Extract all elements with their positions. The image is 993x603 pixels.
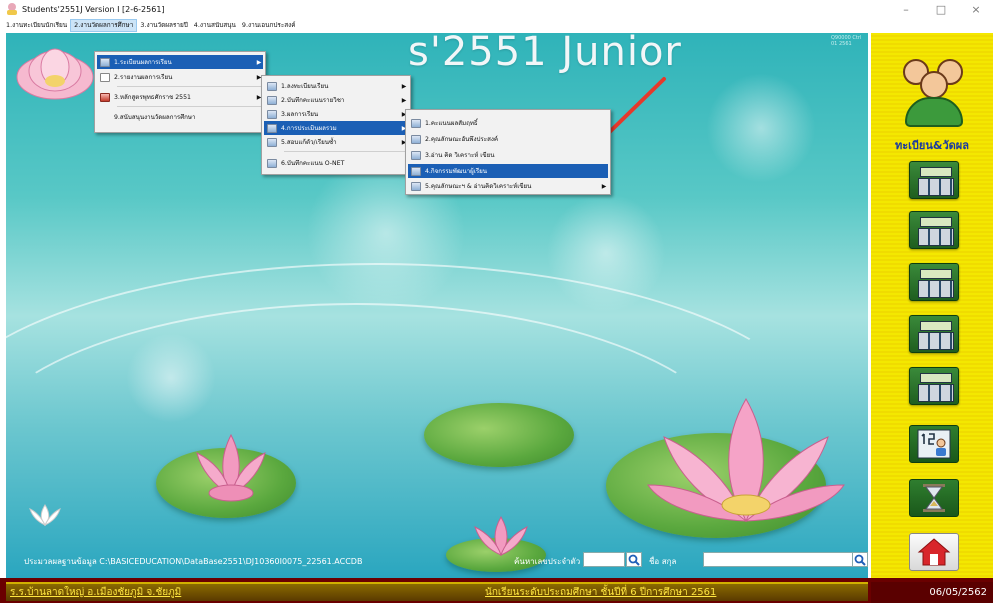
user-body [905, 97, 963, 127]
menu-bar: 1.งานทะเบียนนักเรียน 2.งานวัดผลการศึกษา … [0, 18, 993, 32]
menu-item-desirable-traits[interactable]: 2.คุณลักษณะอันพึงประสงค์ [408, 132, 608, 146]
register-icon [267, 81, 277, 91]
menu-item-assessment-support[interactable]: 9.สนับสนุนงานวัดผลการศึกษา [97, 110, 263, 124]
scores-icon [267, 95, 277, 105]
user-head [920, 71, 948, 99]
table-icon [411, 134, 421, 144]
lotus-logo-icon [16, 48, 94, 100]
hourglass-graphic [923, 484, 945, 512]
table-icon [411, 118, 421, 128]
close-button[interactable]: × [959, 0, 993, 18]
student-name-input[interactable] [703, 552, 853, 567]
sidebar: ทะเบียน&วัดผล [871, 33, 993, 578]
minimize-button[interactable]: – [889, 0, 923, 18]
white-flower [29, 504, 61, 527]
menu-annual-assessment[interactable]: 3.งานวัดผลรายปี [137, 19, 190, 32]
light-glow [706, 73, 816, 183]
student-id-input[interactable] [583, 552, 625, 567]
app-icon [6, 3, 18, 15]
menu-item-curriculum-2551[interactable]: 3.หลักสูตรพุทธศักราช 2551 ▶ [97, 90, 263, 104]
lotus-flower [474, 515, 528, 556]
menu-item-overall-evaluation[interactable]: 4.การประเมินผลรวม ▶ [264, 121, 408, 135]
menu-assessment[interactable]: 2.งานวัดผลการศึกษา [70, 18, 138, 32]
onet-icon [267, 158, 277, 168]
maximize-button[interactable]: □ [924, 0, 958, 18]
report-icon [100, 57, 110, 67]
search-id-button[interactable] [626, 552, 642, 567]
menu-separator [284, 151, 406, 152]
table-icon [411, 181, 421, 191]
status-bar: ร.ร.บ้านลาดใหญ่ อ.เมืองชัยภูมิ จ.ชัยภูมิ… [0, 578, 993, 603]
menu-separator [117, 86, 261, 87]
calculator-icon[interactable] [909, 367, 959, 405]
calculator-icon[interactable] [909, 161, 959, 199]
menu-item-grade-reports[interactable]: 2.รายงานผลการเรียน ▶ [97, 70, 263, 84]
sidebar-heading: ทะเบียน&วัดผล [895, 139, 969, 152]
calculator-icon[interactable] [909, 263, 959, 301]
class-level: นักเรียนระดับประถมศึกษา ชั้นปีที่ 6 ปีกา… [485, 587, 717, 598]
search-icon [854, 554, 866, 566]
banner-watermark: Q90000 Ctrl 01 2561 [831, 35, 862, 47]
desktop-background: s'2551 Junior Q90000 Ctrl 01 2561 1.ระเบ… [6, 33, 868, 578]
window-title: Students'2551J Version I [2-6-2561] [22, 4, 165, 14]
search-name-label: ชื่อ สกุล [649, 557, 677, 566]
menu-item-read-think-write[interactable]: 3.อ่าน คิด วิเคราะห์ เขียน [408, 148, 608, 162]
retake-icon [267, 137, 277, 147]
title-bar: Students'2551J Version I [2-6-2561] [0, 0, 993, 18]
database-path: ประมวลผลฐานข้อมูล C:\BASICEDUCATION\Data… [24, 557, 363, 566]
menu-item-retake[interactable]: 5.สอบแก้ตัว/เรียนซ้ำ ▶ [264, 135, 408, 149]
hourglass-icon[interactable] [909, 479, 959, 517]
blank-icon [100, 113, 110, 122]
number-person-graphic [917, 429, 951, 459]
lotus-flower [647, 398, 845, 522]
menu-item-onet-scores[interactable]: 6.บันทึกคะแนน O-NET [264, 156, 408, 170]
menu-item-achievement-scores[interactable]: 1.คะแนนผลสัมฤทธิ์ [408, 116, 608, 130]
menu-registration[interactable]: 1.งานทะเบียนนักเรียน [3, 19, 70, 32]
menu-grade-records-submenu: 1.ลงทะเบียนเรียน ▶ 2.บันทึกคะแนนรายวิชา ▶ … [261, 75, 411, 175]
number-person-icon[interactable] [909, 425, 959, 463]
lily-pad [424, 403, 574, 467]
menu-assessment-dropdown: 1.ระเบียนผลการเรียน ▶ 2.รายงานผลการเรียน ▶… [94, 51, 266, 133]
users-icon[interactable] [903, 53, 965, 129]
school-name: ร.ร.บ้านลาดใหญ่ อ.เมืองชัยภูมิ จ.ชัยภูมิ [10, 587, 182, 598]
menu-item-grade-records[interactable]: 1.ระเบียนผลการเรียน ▶ [97, 55, 263, 69]
menu-support[interactable]: 4.งานสนับสนุน [191, 19, 239, 32]
search-icon [628, 554, 640, 566]
document-icon [100, 72, 110, 82]
table-icon [411, 150, 421, 160]
search-name-button[interactable] [852, 552, 868, 567]
current-date: 06/05/2562 [871, 582, 993, 603]
menu-separator [117, 106, 261, 107]
calculator-icon[interactable] [909, 315, 959, 353]
calculator-icon[interactable] [909, 211, 959, 249]
home-graphic [917, 538, 951, 566]
book-icon [100, 92, 110, 102]
menu-overall-evaluation-submenu: 1.คะแนนผลสัมฤทธิ์ 2.คุณลักษณะอันพึงประสง… [405, 109, 611, 195]
search-id-label: ค้นหาเลขประจำตัว [514, 557, 581, 566]
menu-utilities[interactable]: 9.งานเอนกประสงค์ [239, 19, 299, 32]
menu-item-enrollment[interactable]: 1.ลงทะเบียนเรียน ▶ [264, 79, 408, 93]
banner-title: s'2551 Junior [408, 33, 682, 75]
menu-item-results[interactable]: 3.ผลการเรียน ▶ [264, 107, 408, 121]
home-icon[interactable] [909, 533, 959, 571]
evaluation-icon [267, 123, 277, 133]
menu-item-learner-activities[interactable]: 4.กิจกรรมพัฒนาผู้เรียน [408, 164, 608, 178]
results-icon [267, 109, 277, 119]
menu-item-traits-and-reading[interactable]: 5.คุณลักษณะฯ & อ่านคิดวิเคราะห์เขียน ▶ [408, 179, 608, 193]
lotus-flower [196, 433, 266, 502]
menu-item-subject-scores[interactable]: 2.บันทึกคะแนนรายวิชา ▶ [264, 93, 408, 107]
table-icon [411, 166, 421, 176]
